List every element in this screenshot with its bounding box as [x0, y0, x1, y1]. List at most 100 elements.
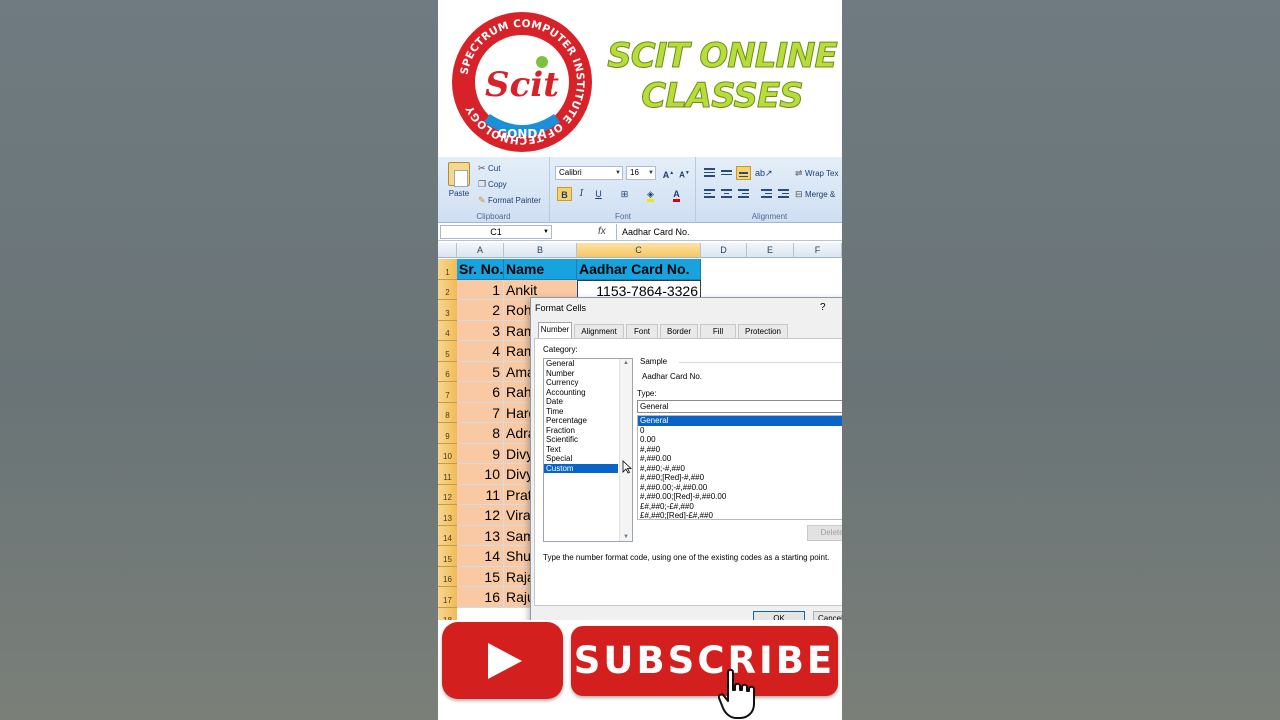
type-item[interactable]: #,##0.00 — [638, 454, 842, 464]
grow-font-button[interactable]: A▲ — [661, 166, 676, 180]
sr-no-cell[interactable]: 15 — [457, 566, 504, 587]
type-item[interactable]: General — [638, 416, 842, 426]
youtube-play-button[interactable] — [442, 622, 563, 699]
underline-button[interactable]: U — [591, 187, 606, 201]
decrease-indent-button[interactable] — [759, 187, 774, 201]
font-name-dropdown[interactable]: Calibri ▼ — [555, 166, 623, 180]
category-scrollbar[interactable]: ▲ ▼ — [619, 359, 632, 541]
row-header-16[interactable]: 16 — [438, 566, 457, 587]
sr-no-cell[interactable]: 16 — [457, 587, 504, 608]
column-header-b[interactable]: B — [504, 243, 577, 258]
borders-button[interactable]: ⊞ — [617, 187, 632, 201]
category-item-custom[interactable]: Custom — [544, 463, 618, 473]
sr-no-cell[interactable]: 13 — [457, 525, 504, 546]
right-blurred-background — [842, 0, 1280, 720]
column-header-c[interactable]: C — [577, 243, 701, 258]
wrap-text-button[interactable]: ⇌ Wrap Tex — [795, 168, 839, 179]
fill-color-button[interactable]: ◈ — [643, 187, 658, 202]
orientation-button[interactable]: ab↗ — [755, 166, 773, 180]
sr-no-cell[interactable]: 5 — [457, 361, 504, 382]
sr-no-cell[interactable]: 7 — [457, 402, 504, 423]
row-header-13[interactable]: 13 — [438, 505, 457, 526]
type-item[interactable]: #,##0;[Red]-#,##0 — [638, 473, 842, 483]
merge-center-button[interactable]: ⊟ Merge & — [795, 189, 835, 200]
align-left-button[interactable] — [702, 187, 717, 201]
align-middle-button[interactable] — [719, 166, 734, 180]
header-cell-name[interactable]: Name — [504, 259, 577, 280]
tab-fill[interactable]: Fill — [700, 324, 736, 338]
type-item[interactable]: £#,##0;-£#,##0 — [638, 502, 842, 512]
sr-no-cell[interactable]: 2 — [457, 300, 504, 321]
sr-no-cell[interactable]: 12 — [457, 505, 504, 526]
type-item[interactable]: #,##0 — [638, 445, 842, 455]
select-all-corner[interactable] — [438, 243, 457, 258]
type-list[interactable]: General 0 0.00 #,##0 #,##0.00 #,##0;-#,##0 #,#… — [637, 415, 842, 520]
type-item[interactable]: 0 — [638, 426, 842, 436]
format-painter-button[interactable]: ✎ Format Painter — [478, 195, 541, 206]
row-header-10[interactable]: 10 — [438, 443, 457, 464]
sr-no-cell[interactable]: 3 — [457, 320, 504, 341]
row-header-1[interactable]: 1 — [438, 259, 457, 280]
subscribe-button[interactable]: SUBSCRIBE — [571, 626, 838, 696]
sr-no-cell[interactable]: 9 — [457, 443, 504, 464]
sr-no-cell[interactable]: 14 — [457, 546, 504, 567]
paste-button[interactable]: Paste — [446, 162, 472, 202]
header-cell-sr-no[interactable]: Sr. No. — [457, 259, 504, 280]
row-header-15[interactable]: 15 — [438, 546, 457, 567]
name-box[interactable]: C1 ▼ — [440, 225, 552, 239]
type-item[interactable]: #,##0;-#,##0 — [638, 464, 842, 474]
formula-input[interactable]: Aadhar Card No. — [616, 224, 690, 240]
row-header-8[interactable]: 8 — [438, 402, 457, 423]
type-item[interactable]: 0.00 — [638, 435, 842, 445]
align-center-button[interactable] — [719, 187, 734, 201]
copy-icon: ❐ — [478, 179, 487, 189]
type-item[interactable]: #,##0.00;[Red]-#,##0.00 — [638, 492, 842, 502]
sr-no-cell[interactable]: 4 — [457, 341, 504, 362]
scroll-up-icon: ▲ — [623, 360, 629, 366]
font-color-button[interactable]: A — [669, 187, 684, 202]
type-input[interactable]: General — [637, 400, 842, 413]
tab-font[interactable]: Font — [626, 324, 658, 338]
copy-button[interactable]: ❐ Copy — [478, 179, 507, 190]
align-top-button[interactable] — [702, 166, 717, 180]
row-header-7[interactable]: 7 — [438, 382, 457, 403]
category-list[interactable]: General Number Currency Accounting Date Time P… — [543, 358, 633, 542]
tab-protection[interactable]: Protection — [738, 324, 788, 338]
row-header-5[interactable]: 5 — [438, 341, 457, 362]
help-button[interactable]: ? — [820, 302, 826, 313]
header-cell-aadhar[interactable]: Aadhar Card No. — [577, 259, 701, 280]
row-header-6[interactable]: 6 — [438, 361, 457, 382]
sr-no-cell[interactable]: 8 — [457, 423, 504, 444]
row-header-17[interactable]: 17 — [438, 587, 457, 608]
sr-no-cell[interactable]: 6 — [457, 382, 504, 403]
bold-button[interactable]: B — [557, 187, 572, 201]
tab-border[interactable]: Border — [660, 324, 698, 338]
row-header-4[interactable]: 4 — [438, 320, 457, 341]
column-header-f[interactable]: F — [794, 243, 842, 258]
delete-button[interactable]: Delete — [807, 525, 842, 541]
type-item[interactable]: £#,##0;[Red]-£#,##0 — [638, 511, 842, 519]
row-header-14[interactable]: 14 — [438, 525, 457, 546]
sr-no-cell[interactable]: 1 — [457, 279, 504, 300]
tab-number[interactable]: Number — [538, 322, 572, 339]
column-header-a[interactable]: A — [457, 243, 504, 258]
row-header-12[interactable]: 12 — [438, 484, 457, 505]
italic-button[interactable]: I — [574, 187, 589, 201]
tab-alignment[interactable]: Alignment — [574, 324, 624, 338]
row-header-3[interactable]: 3 — [438, 300, 457, 321]
sr-no-cell[interactable]: 10 — [457, 464, 504, 485]
cut-button[interactable]: ✂ Cut — [478, 163, 500, 174]
column-header-d[interactable]: D — [701, 243, 747, 258]
font-size-dropdown[interactable]: 16 ▼ — [626, 166, 656, 180]
align-bottom-button[interactable] — [736, 166, 751, 180]
insert-function-button[interactable]: fx — [598, 224, 606, 240]
align-right-button[interactable] — [736, 187, 751, 201]
row-header-11[interactable]: 11 — [438, 464, 457, 485]
row-header-9[interactable]: 9 — [438, 423, 457, 444]
increase-indent-button[interactable] — [776, 187, 791, 201]
type-item[interactable]: #,##0.00;-#,##0.00 — [638, 483, 842, 493]
shrink-font-button[interactable]: A▼ — [677, 166, 692, 180]
sr-no-cell[interactable]: 11 — [457, 484, 504, 505]
row-header-2[interactable]: 2 — [438, 279, 457, 300]
column-header-e[interactable]: E — [747, 243, 794, 258]
